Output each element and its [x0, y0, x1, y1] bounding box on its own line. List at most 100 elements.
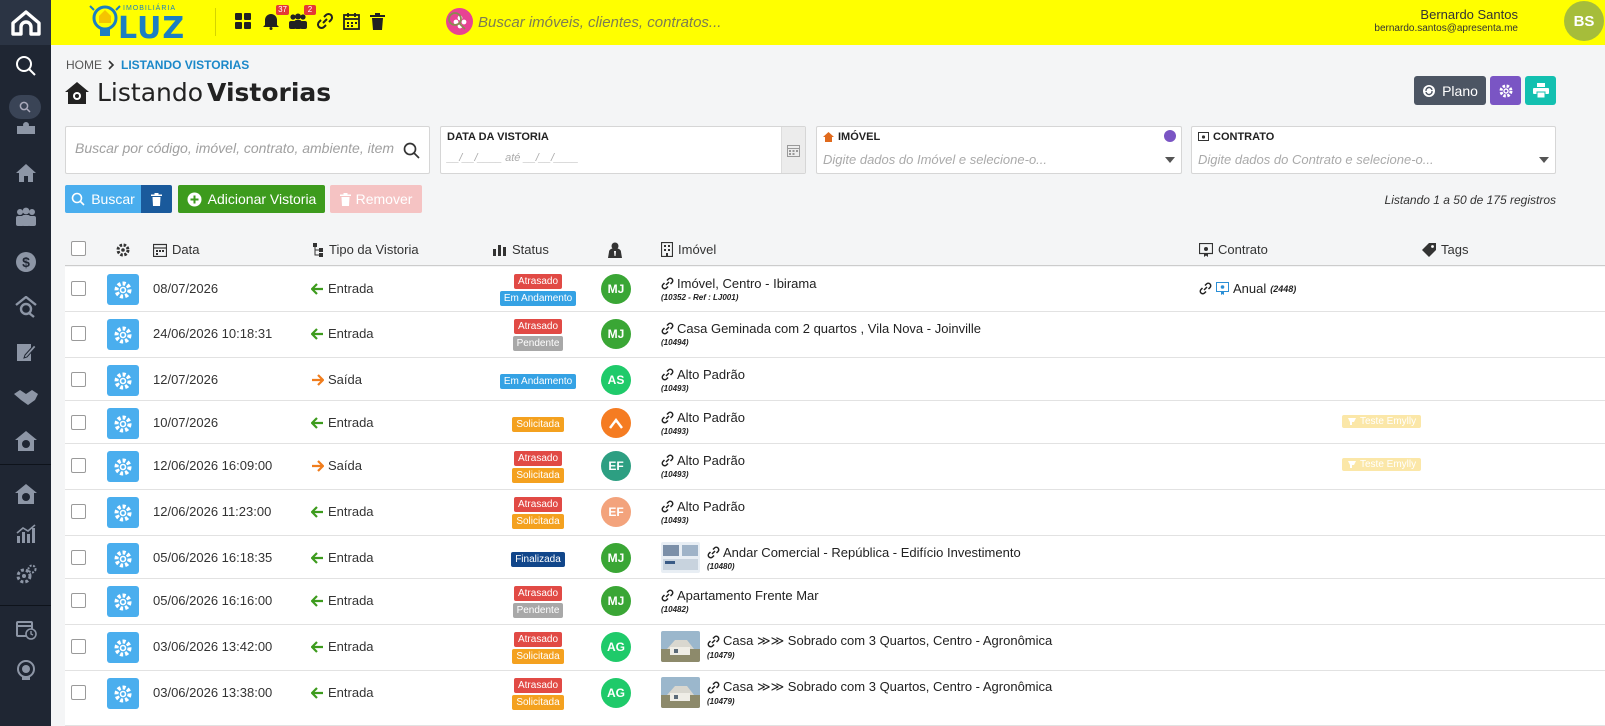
contrato-select-input[interactable]: Digite dados do Contrato e selecione-o..…: [1198, 152, 1434, 167]
property-inspection-icon[interactable]: [0, 423, 51, 459]
app-home-icon[interactable]: [0, 0, 51, 45]
table-row[interactable]: 05/06/2026 16:16:00 Entrada Atrasado Penden…: [65, 579, 1605, 625]
property-thumbnail[interactable]: [661, 631, 700, 662]
imovel-name[interactable]: Casa ≫≫ Sobrado com 3 Quartos, Centro - …: [707, 633, 1052, 649]
table-row[interactable]: 24/06/2026 10:18:31 Entrada Atrasado Penden…: [65, 312, 1605, 358]
imovel-name[interactable]: Alto Padrão: [661, 499, 745, 514]
table-row[interactable]: 12/06/2026 11:23:00 Entrada Atrasado Solici…: [65, 490, 1605, 536]
imovel-filter-box[interactable]: IMÓVEL Digite dados do Imóvel e selecion…: [816, 126, 1182, 174]
row-checkbox[interactable]: [71, 550, 86, 565]
row-checkbox[interactable]: [71, 415, 86, 430]
imovel-name[interactable]: Casa ≫≫ Sobrado com 3 Quartos, Centro - …: [707, 679, 1052, 695]
row-user-avatar[interactable]: AG: [601, 678, 631, 708]
row-actions-button[interactable]: [107, 365, 139, 396]
row-actions-button[interactable]: [107, 451, 139, 482]
row-user-avatar[interactable]: MJ: [601, 586, 631, 616]
search-icon[interactable]: [0, 48, 51, 84]
chevron-down-icon[interactable]: [1539, 157, 1549, 163]
row-imovel[interactable]: Alto Padrão (10493): [661, 453, 745, 479]
row-imovel[interactable]: Alto Padrão (10493): [661, 367, 745, 393]
notifications-bell-icon[interactable]: 37: [260, 5, 289, 32]
row-actions-button[interactable]: [107, 274, 139, 305]
row-user-avatar[interactable]: EF: [601, 451, 631, 481]
people-group-icon[interactable]: 2: [287, 5, 316, 32]
row-checkbox[interactable]: [71, 639, 86, 654]
row-user-avatar[interactable]: MJ: [601, 274, 631, 304]
table-row[interactable]: 03/06/2026 13:42:00 Entrada Atrasado Solici…: [65, 625, 1605, 671]
date-filter-box[interactable]: DATA DA VISTORIA __/__/____ até __/__/__…: [440, 126, 806, 174]
column-user[interactable]: [608, 242, 622, 258]
user-avatar[interactable]: BS: [1564, 1, 1604, 41]
column-imovel[interactable]: Imóvel: [661, 242, 716, 257]
settings-button[interactable]: [1490, 76, 1521, 105]
trash-icon[interactable]: [366, 10, 388, 32]
edit-document-icon[interactable]: [0, 334, 51, 370]
row-imovel[interactable]: Apartamento Frente Mar (10482): [661, 588, 819, 614]
imovel-name[interactable]: Alto Padrão: [661, 453, 745, 468]
table-row[interactable]: 12/07/2026 Saída Em Andamento AS Alto Padrão…: [65, 358, 1605, 401]
list-search-input[interactable]: [75, 140, 395, 156]
row-imovel[interactable]: Casa Geminada com 2 quartos , Vila Nova …: [661, 321, 981, 347]
remove-button[interactable]: Remover: [330, 185, 422, 213]
row-imovel[interactable]: Alto Padrão (10493): [661, 499, 745, 525]
row-tag[interactable]: Teste Emylly: [1342, 458, 1422, 471]
property-thumbnail[interactable]: [661, 542, 700, 573]
imovel-select-input[interactable]: Digite dados do Imóvel e selecione-o...: [823, 152, 1047, 167]
print-button[interactable]: [1525, 76, 1556, 105]
column-tags[interactable]: Tags: [1422, 242, 1468, 257]
date-range-input[interactable]: __/__/____ até __/__/____: [447, 152, 579, 164]
row-imovel[interactable]: Alto Padrão (10493): [661, 410, 745, 436]
row-actions-button[interactable]: [107, 678, 139, 709]
table-row[interactable]: 08/07/2026 Entrada Atrasado Em Andamento MJ I…: [65, 267, 1605, 312]
imovel-name[interactable]: Alto Padrão: [661, 410, 745, 425]
finance-icon[interactable]: $: [0, 244, 51, 280]
row-actions-button[interactable]: [107, 408, 139, 439]
grid-apps-icon[interactable]: [232, 10, 254, 32]
select-all-checkbox[interactable]: [71, 241, 86, 256]
row-checkbox[interactable]: [71, 281, 86, 296]
contrato-filter-box[interactable]: CONTRATO Digite dados do Contrato e sele…: [1191, 126, 1556, 174]
row-imovel[interactable]: Casa ≫≫ Sobrado com 3 Quartos, Centro - …: [661, 677, 1052, 708]
chevron-down-icon[interactable]: [1165, 157, 1175, 163]
calendar-icon[interactable]: [340, 10, 362, 32]
row-imovel[interactable]: Andar Comercial - República - Edifício I…: [661, 542, 1021, 573]
row-user-avatar[interactable]: EF: [601, 497, 631, 527]
plano-button[interactable]: Plano: [1414, 76, 1486, 105]
settings-gears-icon[interactable]: [0, 556, 51, 592]
row-user-avatar[interactable]: MJ: [601, 543, 631, 573]
imovel-name[interactable]: Apartamento Frente Mar: [661, 588, 819, 603]
people-icon[interactable]: [0, 199, 51, 235]
column-data[interactable]: Data: [153, 242, 199, 257]
calendar-clock-icon[interactable]: [0, 611, 51, 647]
row-checkbox[interactable]: [71, 685, 86, 700]
reports-chart-icon[interactable]: [0, 516, 51, 552]
search-icon[interactable]: [403, 142, 420, 159]
row-imovel[interactable]: Imóvel, Centro - Ibirama (10352 - Ref : L…: [661, 276, 816, 302]
row-checkbox[interactable]: [71, 372, 86, 387]
support-agent-icon[interactable]: [0, 652, 51, 688]
handshake-icon[interactable]: [0, 379, 51, 415]
buscar-button[interactable]: Buscar: [65, 185, 141, 213]
row-actions-button[interactable]: [107, 319, 139, 350]
brand-logo[interactable]: IMOBILIÁRIA LUZ: [87, 2, 235, 46]
row-checkbox[interactable]: [71, 458, 86, 473]
property-thumbnail[interactable]: [661, 677, 700, 708]
clear-filters-button[interactable]: [141, 185, 172, 213]
imovel-name[interactable]: Alto Padrão: [661, 367, 745, 382]
row-actions-button[interactable]: [107, 497, 139, 528]
column-status[interactable]: Status: [493, 242, 549, 257]
link-icon[interactable]: [314, 10, 336, 32]
column-contrato[interactable]: Contrato: [1199, 242, 1268, 257]
dashboard-icon[interactable]: [0, 116, 51, 140]
property-search-icon[interactable]: [0, 476, 51, 512]
row-checkbox[interactable]: [71, 593, 86, 608]
row-tag[interactable]: Teste Emylly: [1342, 415, 1422, 428]
add-vistoria-button[interactable]: Adicionar Vistoria: [178, 185, 325, 213]
row-user-avatar[interactable]: MJ: [601, 319, 631, 349]
row-checkbox[interactable]: [71, 326, 86, 341]
row-checkbox[interactable]: [71, 504, 86, 519]
house-icon[interactable]: [0, 155, 51, 191]
row-contrato[interactable]: Anual (2448): [1199, 281, 1296, 296]
imovel-name[interactable]: Andar Comercial - República - Edifício I…: [707, 545, 1021, 560]
calendar-icon[interactable]: [781, 127, 805, 173]
